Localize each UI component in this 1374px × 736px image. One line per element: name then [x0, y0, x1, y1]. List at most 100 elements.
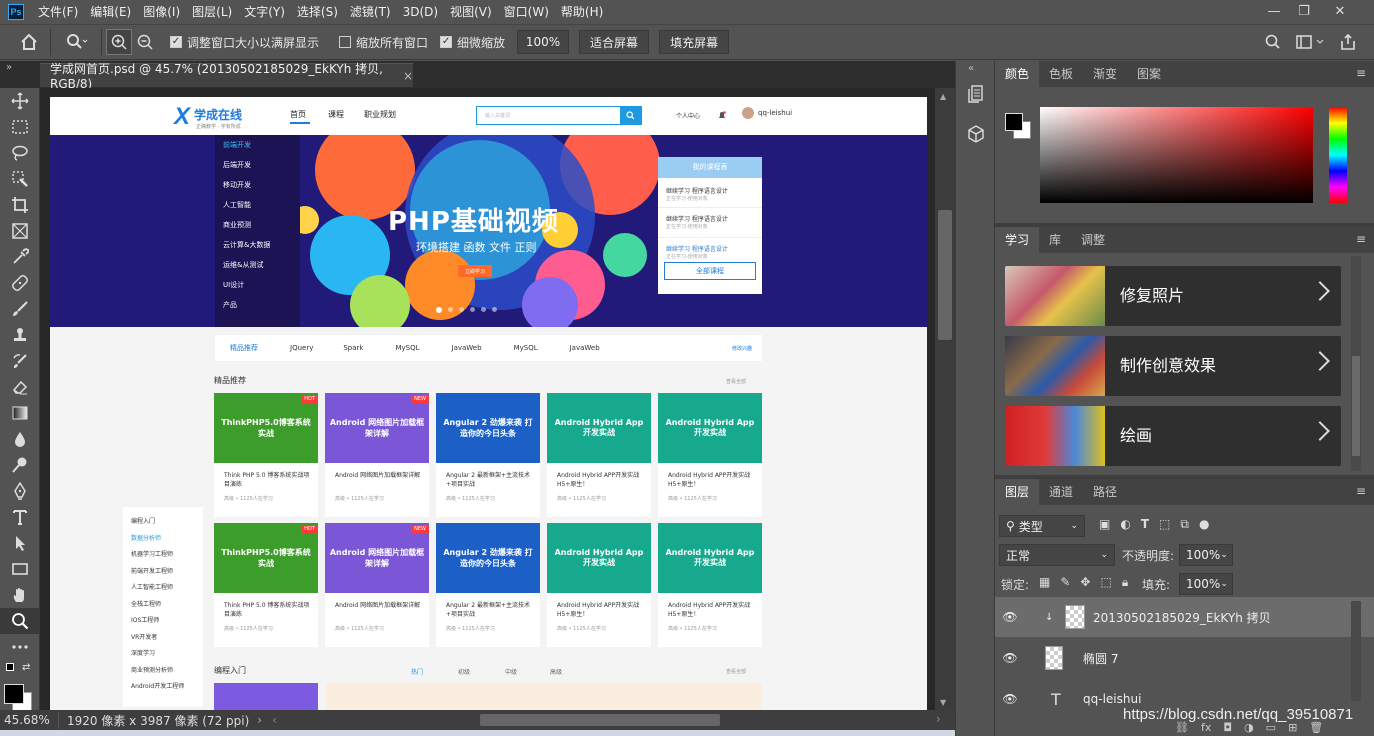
color-swatches[interactable] — [0, 678, 39, 714]
section2-tab-beginner[interactable]: 初级 — [458, 667, 470, 676]
tab-patterns[interactable]: 图案 — [1127, 61, 1171, 87]
zoom-value-field[interactable]: 100% — [517, 30, 570, 54]
3d-panel-icon[interactable] — [966, 123, 986, 145]
site-nav-home[interactable]: 首页 — [290, 109, 306, 120]
brush-tool-icon[interactable] — [0, 296, 40, 322]
eye-icon[interactable]: 👁︎ — [995, 610, 1025, 624]
vertical-scrollbar-thumb[interactable] — [938, 210, 952, 340]
menu-select[interactable]: 选择(S) — [291, 0, 344, 24]
layer-row[interactable]: 👁︎ ↓ 20130502185029_EkKYh 拷贝 — [995, 597, 1374, 637]
menu-window[interactable]: 窗口(W) — [498, 0, 555, 24]
learn-card-painting[interactable]: 绘画 — [1005, 406, 1341, 466]
layer-filter-dropdown[interactable]: ⚲ 类型 ⌄ — [999, 515, 1085, 537]
menu-help[interactable]: 帮助(H) — [555, 0, 609, 24]
minimize-button[interactable]: — — [1257, 0, 1291, 22]
more-tools-icon[interactable] — [0, 634, 40, 660]
course-card[interactable]: Angular 2 劲爆来袭 打造你的今日头条 Angular 2 最新框架+主流… — [436, 393, 540, 517]
eyedropper-tool-icon[interactable] — [0, 244, 40, 270]
zoom-in-icon[interactable] — [106, 29, 132, 55]
course-card[interactable]: ThinkPHP5.0博客系统实战 HOT Think PHP 5.0 博客系统实战… — [214, 523, 318, 647]
status-arrow-icon[interactable]: › — [257, 713, 262, 727]
course-card[interactable]: Android 网络图片加载框架详解 NEW Android 网络图片加载框架详解高… — [325, 393, 429, 517]
menu-type[interactable]: 文字(Y) — [238, 0, 291, 24]
home-icon[interactable] — [14, 29, 44, 55]
canvas-area[interactable]: X 学成在线 正确教学 · 学有所成 首页 课程 职业规划 输入关键词 个人中心… — [40, 88, 955, 710]
scroll-up-icon[interactable]: ▲ — [940, 92, 946, 101]
site-nav-career[interactable]: 职业规划 — [364, 109, 396, 120]
vertical-scrollbar[interactable] — [935, 88, 955, 710]
path-selection-tool-icon[interactable] — [0, 530, 40, 556]
tab-channels[interactable]: 通道 — [1039, 479, 1083, 505]
move-tool-icon[interactable] — [0, 88, 40, 114]
fill-field[interactable]: 100% ⌄ — [1179, 573, 1233, 595]
blend-mode-dropdown[interactable]: 正常 ⌄ — [999, 544, 1115, 566]
crop-tool-icon[interactable] — [0, 192, 40, 218]
bell-icon[interactable] — [718, 109, 726, 118]
tab-learn[interactable]: 学习 — [995, 227, 1040, 253]
zoom-tool-icon[interactable] — [0, 608, 40, 634]
healing-brush-tool-icon[interactable] — [0, 270, 40, 296]
scroll-down-icon[interactable]: ▼ — [940, 698, 946, 707]
document-canvas[interactable]: X 学成在线 正确教学 · 学有所成 首页 课程 职业规划 输入关键词 个人中心… — [50, 97, 927, 710]
gradient-tool-icon[interactable] — [0, 400, 40, 426]
site-avatar[interactable] — [742, 107, 754, 119]
close-window-button[interactable]: ✕ — [1323, 0, 1357, 22]
frame-tool-icon[interactable] — [0, 218, 40, 244]
menu-view[interactable]: 视图(V) — [444, 0, 498, 24]
course-card[interactable]: Android Hybrid App开发实战 Android Hybrid APP… — [547, 393, 651, 517]
menu-edit[interactable]: 编辑(E) — [84, 0, 137, 24]
default-colors-icon[interactable]: ⇄ — [0, 660, 39, 678]
swap-colors-icon[interactable]: ⇄ — [22, 662, 30, 673]
tab-layers[interactable]: 图层 — [995, 479, 1040, 505]
learn-card-fix-photo[interactable]: 修复照片 — [1005, 266, 1341, 326]
menu-3d[interactable]: 3D(D) — [397, 0, 444, 24]
section-more-link[interactable]: 查看全部 — [726, 378, 746, 385]
section2-tab-intermediate[interactable]: 中级 — [505, 667, 517, 676]
learn-scrollbar-thumb[interactable] — [1352, 356, 1360, 456]
marquee-tool-icon[interactable] — [0, 114, 40, 140]
fit-screen-button[interactable]: 适合屏幕 — [579, 30, 650, 54]
course-card[interactable]: ThinkPHP5.0博客系统实战 HOT Think PHP 5.0 博客系统实战… — [214, 393, 318, 517]
learn-card-creative-effects[interactable]: 制作创意效果 — [1005, 336, 1341, 396]
course-card[interactable]: Android Hybrid App开发实战 Android Hybrid APP… — [658, 393, 762, 517]
close-tab-icon[interactable]: × — [403, 69, 413, 83]
scrubby-zoom-checkbox[interactable]: ✓ 细微缩放 — [440, 34, 505, 51]
eye-icon[interactable]: 👁︎ — [995, 651, 1025, 665]
tab-libraries[interactable]: 库 — [1039, 227, 1071, 253]
fill-screen-button[interactable]: 填充屏幕 — [659, 30, 730, 54]
eye-icon[interactable]: 👁︎ — [995, 692, 1025, 706]
menu-image[interactable]: 图像(I) — [137, 0, 186, 24]
tab-adjustments[interactable]: 调整 — [1071, 227, 1115, 253]
zoom-readout[interactable]: 45.68% — [4, 713, 50, 727]
section2-more-link[interactable]: 查看全部 — [726, 668, 746, 675]
blur-tool-icon[interactable] — [0, 426, 40, 452]
collapse-toolbar-icon[interactable]: » — [6, 62, 12, 73]
menu-file[interactable]: 文件(F) — [32, 0, 84, 24]
layer-row[interactable]: 👁︎ 椭圆 7 — [995, 638, 1374, 678]
opacity-field[interactable]: 100% ⌄ — [1179, 544, 1233, 566]
zoom-all-windows-checkbox[interactable]: 缩放所有窗口 — [339, 34, 428, 51]
resize-windows-checkbox[interactable]: ✓ 调整窗口大小以满屏显示 — [170, 34, 319, 51]
site-search-box[interactable]: 输入关键词 — [476, 106, 642, 125]
hue-slider[interactable] — [1329, 107, 1347, 203]
menu-layer[interactable]: 图层(L) — [186, 0, 238, 24]
tab-color[interactable]: 颜色 — [995, 61, 1040, 87]
lasso-tool-icon[interactable] — [0, 140, 40, 166]
tab-gradients[interactable]: 渐变 — [1083, 61, 1127, 87]
site-nav-courses[interactable]: 课程 — [328, 109, 344, 120]
hscroll-left-icon[interactable]: ‹ — [272, 713, 277, 727]
zoom-out-icon[interactable] — [132, 29, 158, 55]
all-courses-button[interactable]: 全部课程 — [664, 262, 756, 280]
type-tool-icon[interactable] — [0, 504, 40, 530]
layers-scrollbar[interactable] — [1351, 601, 1361, 701]
share-icon[interactable] — [1335, 29, 1361, 55]
history-brush-tool-icon[interactable] — [0, 348, 40, 374]
course-card[interactable]: Android Hybrid App开发实战 Android Hybrid APP… — [658, 523, 762, 647]
history-panel-icon[interactable] — [966, 83, 986, 105]
learn-panel-menu-icon[interactable]: ≡ — [1356, 232, 1366, 246]
document-tab[interactable]: 学成网首页.psd @ 45.7% (20130502185029_EkKYh … — [40, 62, 413, 91]
tab-swatches[interactable]: 色板 — [1039, 61, 1083, 87]
search-icon[interactable] — [1260, 29, 1286, 55]
banner-dots[interactable] — [436, 307, 497, 313]
quick-selection-tool-icon[interactable] — [0, 166, 40, 192]
